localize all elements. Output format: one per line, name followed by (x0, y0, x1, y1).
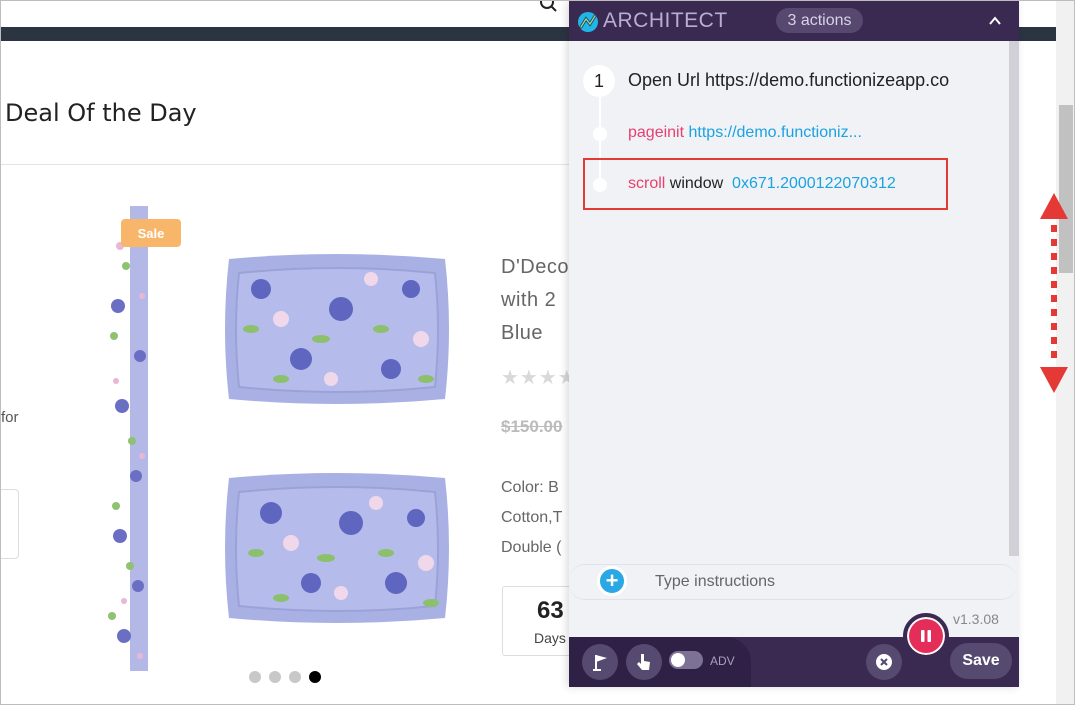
product-image-pillow-top[interactable] (221, 249, 453, 409)
description-line: Color: B (501, 479, 559, 496)
instructions-input[interactable] (653, 569, 987, 595)
add-instruction-button[interactable]: + (597, 566, 627, 596)
step-number: 1 (583, 65, 615, 97)
actions-count-badge[interactable]: 3 actions (776, 8, 863, 33)
product-title-line: D'Deco (501, 256, 569, 278)
select-element-button[interactable] (626, 644, 662, 680)
description-line: Double ( (501, 539, 562, 556)
action-keyword: pageinit (628, 124, 685, 141)
chevron-up-icon[interactable] (987, 13, 1003, 29)
product-description: Color: B Cotton,T Double ( (501, 473, 562, 563)
product-image-pillow-bottom[interactable] (221, 468, 453, 628)
save-button[interactable]: Save (950, 643, 1012, 679)
product-title-line: with 2 (501, 289, 557, 311)
rating-stars: ★★★★ (501, 367, 577, 389)
highlight-box (583, 158, 948, 210)
countdown-label: Days (534, 630, 566, 646)
sub-action-pageinit[interactable]: pageinit https://demo.functioniz... (628, 124, 862, 142)
adv-label: ADV (710, 654, 735, 668)
action-value: https://demo.functioniz... (688, 124, 862, 141)
carousel-dot[interactable] (269, 671, 281, 683)
description-line: Cotton,T (501, 509, 563, 526)
divider (1, 164, 601, 165)
product-title-line: Blue (501, 322, 544, 344)
product-thumbnail-strip[interactable] (106, 206, 148, 671)
adv-toggle-knob[interactable] (671, 653, 685, 667)
search-icon[interactable] (539, 0, 557, 13)
cursor-hand-icon (637, 654, 650, 670)
timeline-dot (593, 127, 607, 141)
flag-icon (593, 655, 607, 671)
pause-recording-button[interactable] (903, 613, 949, 659)
plus-icon: + (605, 568, 619, 593)
flag-button[interactable] (582, 644, 618, 680)
product-title[interactable]: D'Deco with 2 Blue (501, 251, 569, 350)
scroll-direction-arrows-icon (1040, 193, 1068, 393)
version-label: v1.3.08 (953, 611, 999, 627)
carousel-dot[interactable] (249, 671, 261, 683)
brand-name: ARCHITECT (603, 9, 728, 32)
panel-scrollbar[interactable] (1009, 41, 1019, 556)
promo-text-fragment: for (1, 409, 19, 426)
close-icon (876, 654, 892, 670)
browser-viewport: Deal Of the Day for Sale D'Deco with 2 B… (0, 0, 1075, 705)
carousel-dots (249, 671, 321, 683)
deal-of-day-heading: Deal Of the Day (5, 99, 197, 127)
architect-logo-icon (578, 12, 598, 32)
cancel-button[interactable] (866, 644, 902, 680)
step-title[interactable]: Open Url https://demo.functionizeapp.com (628, 70, 950, 91)
sale-badge: Sale (121, 219, 181, 247)
pause-icon (921, 630, 931, 642)
carousel-dot[interactable] (309, 671, 321, 683)
previous-product-card[interactable] (1, 489, 19, 559)
old-price: $150.00 (501, 417, 563, 436)
architect-panel: ARCHITECT 3 actions 1 Open Url https://d… (569, 1, 1019, 687)
carousel-dot[interactable] (289, 671, 301, 683)
countdown-value: 63 (537, 597, 564, 624)
